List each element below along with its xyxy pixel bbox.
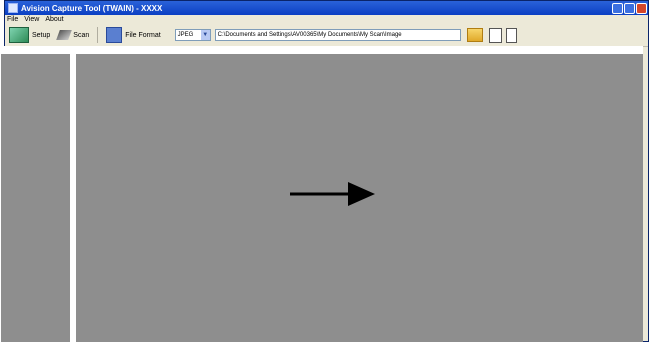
page-icon[interactable] <box>505 27 517 43</box>
thumbnail-pane[interactable] <box>1 54 70 342</box>
scan-icon <box>56 30 73 40</box>
setup-button[interactable]: Setup <box>5 26 54 44</box>
setup-label: Setup <box>32 31 51 39</box>
file-format-label: File Format <box>125 31 161 39</box>
setup-icon <box>9 27 29 43</box>
menu-about[interactable]: About <box>45 16 63 23</box>
save-path-input[interactable]: C:\Documents and Settings\AV00365\My Doc… <box>214 29 461 41</box>
toolbar-separator <box>97 27 99 43</box>
folder-icon[interactable] <box>466 28 483 42</box>
arrow-right-icon <box>290 182 375 206</box>
file-format-button[interactable]: File Format <box>102 26 164 44</box>
app-icon <box>8 3 18 13</box>
scan-button[interactable]: Scan <box>54 26 93 44</box>
close-button[interactable] <box>636 2 647 14</box>
window-controls <box>612 2 647 14</box>
title-bar: Avision Capture Tool (TWAIN) - XXXX <box>5 1 648 15</box>
toolbar: Setup Scan File Format JPEG ▼ C:\Documen… <box>5 24 648 47</box>
menu-view[interactable]: View <box>24 16 39 23</box>
format-select[interactable]: JPEG ▼ <box>174 29 211 41</box>
chevron-down-icon[interactable]: ▼ <box>200 30 210 40</box>
maximize-button[interactable] <box>624 2 635 14</box>
minimize-button[interactable] <box>612 2 623 14</box>
window-title: Avision Capture Tool (TWAIN) - XXXX <box>21 3 163 13</box>
scan-label: Scan <box>73 31 90 39</box>
format-value: JPEG <box>177 32 194 38</box>
menu-bar: File View About <box>5 15 648 24</box>
frame-icon[interactable] <box>488 27 502 43</box>
image-view-pane[interactable] <box>76 54 643 342</box>
menu-file[interactable]: File <box>7 16 18 23</box>
content-area <box>0 46 643 342</box>
file-format-icon <box>106 27 123 43</box>
